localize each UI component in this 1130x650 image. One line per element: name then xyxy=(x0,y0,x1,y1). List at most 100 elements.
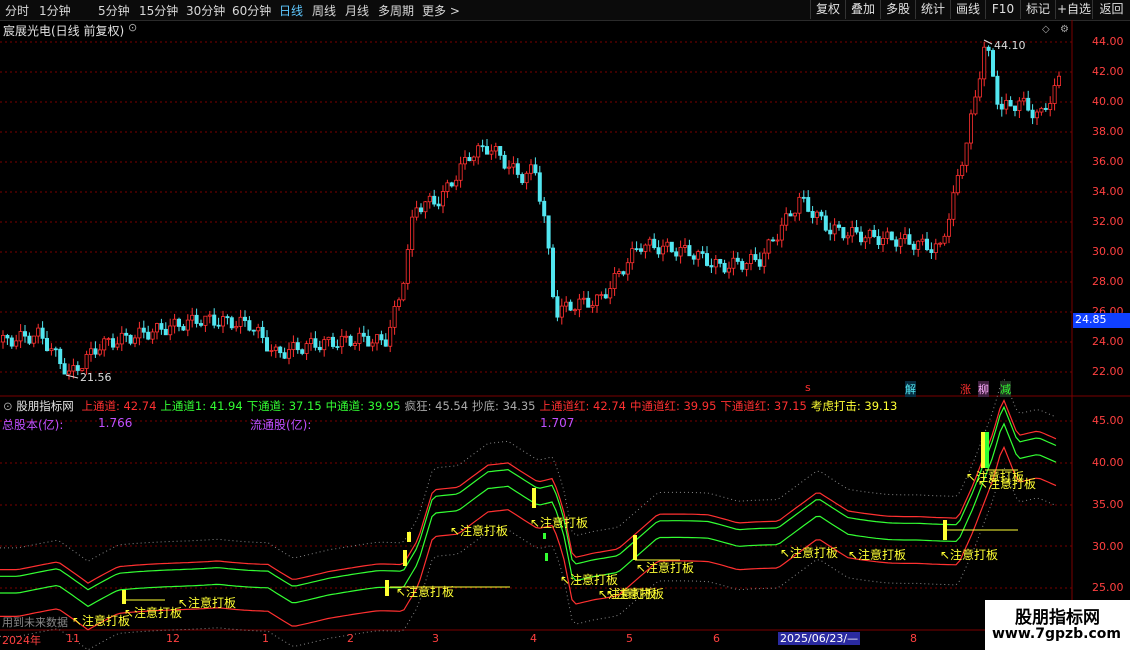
candle-body xyxy=(656,247,661,255)
candle-body xyxy=(960,164,965,176)
candle-body xyxy=(67,370,72,375)
signal-label: ↖注意打板 xyxy=(636,561,695,575)
candle-body xyxy=(335,346,340,348)
candle-body xyxy=(128,334,133,344)
candle-body xyxy=(1043,107,1048,110)
candle-body xyxy=(819,211,824,217)
candle-body xyxy=(731,257,736,269)
candle-body xyxy=(405,249,410,284)
candle-body xyxy=(933,243,938,253)
candle-body xyxy=(599,294,604,297)
candle-body xyxy=(339,335,344,348)
candle-body xyxy=(586,297,591,308)
event-mark[interactable]: s xyxy=(805,381,811,394)
candle-body xyxy=(801,196,806,199)
price-axis-label: 24.00 xyxy=(1092,335,1124,348)
candle-body xyxy=(608,288,613,299)
signal-label: ↖注意打板 xyxy=(606,587,665,601)
event-mark-reduce[interactable]: 减 xyxy=(1000,381,1011,397)
candle-body xyxy=(709,265,714,268)
event-mark-rise[interactable]: 涨 xyxy=(960,381,971,397)
settings-icon[interactable]: ⚙ xyxy=(1060,24,1069,35)
candle-body xyxy=(410,216,415,250)
signal-label: ↖注意打板 xyxy=(780,546,839,560)
event-mark-fund[interactable]: 柳 xyxy=(978,381,989,397)
candle-body xyxy=(775,239,780,242)
candle-body xyxy=(903,234,908,240)
candle-body xyxy=(982,46,987,80)
candle-body xyxy=(740,261,745,270)
candle-body xyxy=(418,207,423,213)
candle-body xyxy=(735,257,740,262)
indicator-value-0: 上通道: 42.74 xyxy=(81,399,157,413)
candle-body xyxy=(176,318,181,327)
candle-body xyxy=(1035,111,1040,119)
chevron-down-icon[interactable]: ⊙ xyxy=(128,21,137,34)
signal-bar xyxy=(981,432,985,468)
candle-body xyxy=(22,331,27,337)
candle-body xyxy=(1052,85,1057,104)
candle-body xyxy=(889,231,894,241)
candle-body xyxy=(432,195,437,205)
candle-body xyxy=(995,75,1000,105)
candle-body xyxy=(53,348,58,351)
diamond-icon[interactable]: ◇ xyxy=(1042,24,1050,35)
candle-body xyxy=(863,237,868,243)
candle-body xyxy=(260,326,265,338)
candle-body xyxy=(71,365,76,372)
stock-title: 宸展光电(日线 前复权) xyxy=(3,24,125,38)
candle-body xyxy=(661,245,666,255)
candle-body xyxy=(555,296,560,318)
candle-body xyxy=(18,331,23,342)
x-axis-label: 12 xyxy=(166,632,180,645)
signal-label: ↖注意打板 xyxy=(396,585,455,599)
candle-body xyxy=(907,234,912,245)
candle-body xyxy=(603,294,608,299)
candle-body xyxy=(36,327,41,337)
candle-body xyxy=(964,142,969,166)
candle-body xyxy=(511,163,516,168)
candle-body xyxy=(414,207,419,218)
candle-body xyxy=(1008,100,1013,107)
candle-body xyxy=(683,245,688,248)
candle-body xyxy=(1017,100,1022,111)
candle-body xyxy=(718,259,723,264)
candle-body xyxy=(1013,105,1018,111)
candle-body xyxy=(207,314,212,317)
chevron-down-icon[interactable]: ⊙ xyxy=(3,399,13,413)
candle-body xyxy=(212,314,217,326)
candle-body xyxy=(168,325,173,336)
candle-body xyxy=(348,335,353,346)
candle-body xyxy=(361,332,366,337)
candle-body xyxy=(247,320,252,331)
middle-channel xyxy=(0,422,1057,608)
candle-body xyxy=(859,231,864,243)
indicator-axis-label: 35.00 xyxy=(1092,498,1124,511)
indicator-value-5: 抄底: 34.35 xyxy=(472,399,536,413)
event-mark-unlock[interactable]: 解 xyxy=(905,381,916,397)
candle-body xyxy=(568,301,573,311)
indicator-name[interactable]: 股朋指标网 xyxy=(16,399,74,413)
candle-body xyxy=(163,328,168,336)
indicator-axis-label: 40.00 xyxy=(1092,456,1124,469)
candle-body xyxy=(31,335,36,344)
candle-body xyxy=(93,348,98,355)
candle-body xyxy=(630,248,635,264)
candle-body xyxy=(1030,109,1035,119)
signal-label: ↖注意打板 xyxy=(978,477,1037,491)
candle-body xyxy=(533,164,538,174)
candle-body xyxy=(9,337,14,347)
candle-body xyxy=(220,316,225,327)
x-axis-label: 11 xyxy=(66,632,80,645)
candle-body xyxy=(639,248,644,252)
candle-body xyxy=(27,335,32,344)
candle-body xyxy=(436,203,441,207)
float-shares-value: 1.707 xyxy=(540,416,575,430)
candlesticks xyxy=(0,41,1062,380)
candle-body xyxy=(590,305,595,308)
candle-body xyxy=(687,245,692,257)
candle-body xyxy=(40,327,45,339)
low-price-label: 21.56 xyxy=(80,371,112,384)
signal-bar xyxy=(122,590,126,604)
candle-body xyxy=(480,145,485,148)
